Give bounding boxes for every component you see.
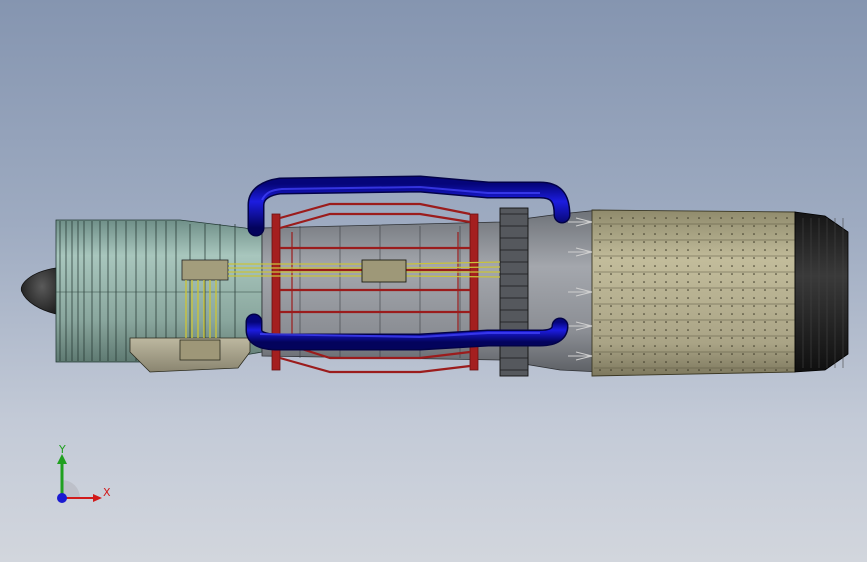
z-axis-dot [57, 493, 67, 503]
perforated-exhaust-shroud[interactable] [591, 209, 796, 377]
nose-cone[interactable] [20, 267, 57, 315]
model-viewport[interactable]: Y X [0, 0, 867, 562]
accessory-gearbox[interactable] [129, 337, 251, 373]
orientation-triad[interactable]: Y X [40, 440, 120, 510]
x-axis-label: X [103, 486, 111, 499]
fuel-distribution-block[interactable] [361, 259, 407, 283]
exhaust-nozzle[interactable] [794, 211, 849, 373]
turbine-ring[interactable] [499, 207, 529, 377]
y-axis-label: Y [58, 443, 66, 456]
jet-engine-model[interactable] [0, 0, 867, 562]
x-axis-arrow [93, 494, 102, 502]
